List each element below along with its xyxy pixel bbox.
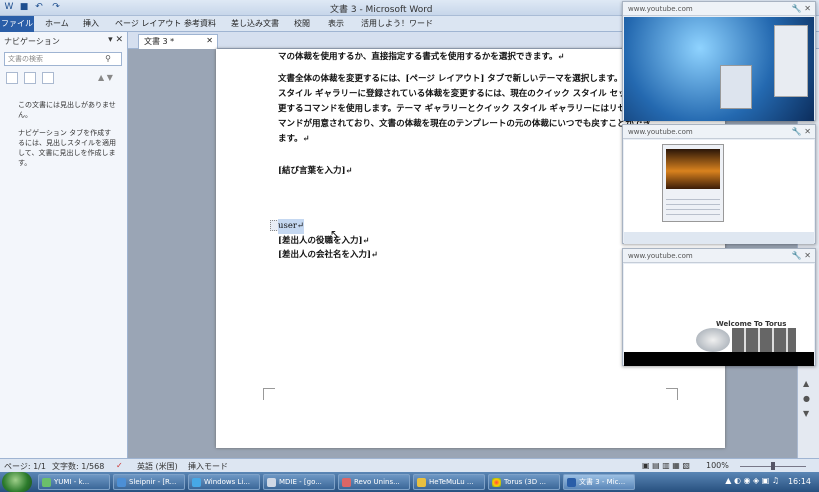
thumbnail-taskbar — [624, 232, 814, 244]
taskbar-item[interactable]: HeTeMuLu ... — [413, 474, 485, 490]
start-button[interactable] — [2, 472, 32, 492]
undo-icon[interactable]: ↶ — [33, 1, 45, 13]
proofing-icon[interactable]: ✓ — [116, 461, 123, 470]
taskbar-item[interactable]: Sleipnir - [R... — [113, 474, 185, 490]
insert-mode[interactable]: 挿入モード — [188, 461, 228, 472]
youtube-popup[interactable]: www.youtube.com 🔧 ✕ Welcome To Torus — [622, 248, 816, 366]
body-line: マの体裁を使用するか、直接指定する書式を使用するかを選択できます。↵ — [278, 52, 565, 62]
view-buttons[interactable]: ▣ ▤ ▥ ▦ ▧ — [642, 461, 690, 470]
tab-document-3[interactable]: 文書 3 * ✕ — [138, 34, 218, 49]
sender-name: user↵ — [278, 219, 304, 234]
tab-review[interactable]: 校閲 — [291, 17, 313, 31]
tab-insert[interactable]: 挿入 — [80, 17, 102, 31]
word-app-icon[interactable]: W — [3, 1, 15, 13]
popup-title-bar: www.youtube.com 🔧 ✕ — [623, 2, 815, 16]
video-thumbnail[interactable] — [624, 17, 814, 121]
system-tray-icons[interactable]: ▲ ◐ ◉ ◈ ▣ ♫ — [725, 476, 779, 485]
margin-mark — [263, 388, 275, 400]
nav-pane-title: ナビゲーション — [4, 37, 60, 46]
tab-page-layout[interactable]: ページ レイアウト — [112, 17, 184, 31]
taskbar-item[interactable]: MDIE - [go... — [263, 474, 335, 490]
youtube-popup[interactable]: www.youtube.com 🔧 ✕ — [622, 1, 816, 121]
taskbar-item[interactable]: Revo Unins... — [338, 474, 410, 490]
popup-tools-close-icon[interactable]: 🔧 ✕ — [792, 127, 811, 136]
thumbnail-dialog — [662, 144, 724, 222]
popup-tools-close-icon[interactable]: 🔧 ✕ — [792, 4, 811, 13]
popup-url: www.youtube.com — [628, 128, 693, 136]
nav-tab-results[interactable] — [42, 72, 54, 84]
nav-tab-headings[interactable] — [6, 72, 18, 84]
sender-title-placeholder: [差出人の役職を入力]↵ — [278, 236, 370, 246]
close-icon[interactable]: ✕ — [206, 36, 213, 45]
nav-prev-next-icon[interactable]: ▲ ▼ — [98, 73, 113, 82]
thumbnail-panel — [774, 25, 808, 97]
thumbnail-settings — [666, 195, 720, 217]
navigation-pane: ナビゲーション ▾ ✕ 文書の検索 ⚲ ▲ ▼ この文書には見出しがありません。… — [0, 32, 128, 458]
save-icon[interactable]: ■ — [18, 1, 30, 13]
nav-help-text: ナビゲーション タブを作成するには、見出しスタイルを適用して、文書に見出しを作成… — [18, 129, 116, 167]
thumbnail-screen: Welcome To Torus — [624, 264, 814, 352]
thumbnail-window — [720, 65, 752, 109]
scroll-next-page-icon[interactable]: ▼ — [803, 409, 809, 418]
taskbar-item[interactable]: Windows Li... — [188, 474, 260, 490]
word-count[interactable]: 文字数: 1/568 — [52, 461, 104, 472]
status-bar: ページ: 1/1 文字数: 1/568 ✓ 英語 (米国) 挿入モード ▣ ▤ … — [0, 458, 819, 472]
taskbar-item-word[interactable]: 文書 3 - Mic... — [563, 474, 635, 490]
language-indicator[interactable]: 英語 (米国) — [137, 461, 178, 472]
sender-company-placeholder: [差出人の会社名を入力]↵ — [278, 250, 379, 260]
body-paragraph: 文書全体の体裁を変更するには、[ページ レイアウト] タブで新しいテーマを選択し… — [278, 74, 657, 144]
youtube-popup[interactable]: www.youtube.com 🔧 ✕ — [622, 124, 816, 244]
taskbar-item[interactable]: YUMI - k... — [38, 474, 110, 490]
nav-no-headings-text: この文書には見出しがありません。 — [18, 101, 116, 119]
tab-references[interactable]: 参考資料 — [181, 17, 219, 31]
page-indicator[interactable]: ページ: 1/1 — [4, 461, 46, 472]
nav-pane-close-icon[interactable]: ▾ ✕ — [108, 35, 123, 45]
tab-file[interactable]: ファイル — [0, 16, 34, 32]
welcome-text: Welcome To Torus — [716, 320, 787, 328]
popup-title-bar: www.youtube.com 🔧 ✕ — [623, 125, 815, 139]
popup-url: www.youtube.com — [628, 5, 693, 13]
search-icon[interactable]: ⚲ — [105, 54, 111, 63]
popup-tools-close-icon[interactable]: 🔧 ✕ — [792, 251, 811, 260]
taskbar: YUMI - k... Sleipnir - [R... Windows Li.… — [0, 472, 819, 492]
redo-icon[interactable]: ↷ — [50, 1, 62, 13]
window-title: 文書 3 - Microsoft Word — [330, 5, 433, 15]
nav-tab-pages[interactable] — [24, 72, 36, 84]
scroll-browse-icon[interactable]: ● — [803, 394, 810, 403]
clock[interactable]: 16:14 — [788, 477, 811, 486]
popup-title-bar: www.youtube.com 🔧 ✕ — [623, 249, 815, 263]
scroll-prev-page-icon[interactable]: ▲ — [803, 379, 809, 388]
zoom-level[interactable]: 100% — [706, 461, 729, 470]
closing-placeholder: [結び言葉を入力]↵ — [278, 166, 353, 176]
tab-mailings[interactable]: 差し込み文書 — [228, 17, 282, 31]
thumbnail-menu — [732, 328, 796, 352]
video-thumbnail[interactable] — [624, 140, 814, 244]
tab-view[interactable]: 表示 — [325, 17, 347, 31]
torus-logo — [696, 328, 730, 352]
doc-tab-label: 文書 3 * — [144, 37, 175, 46]
taskbar-item[interactable]: Torus (3D ... — [488, 474, 560, 490]
video-thumbnail[interactable]: Welcome To Torus — [624, 264, 814, 366]
tab-home[interactable]: ホーム — [42, 17, 72, 31]
zoom-slider[interactable] — [734, 462, 812, 470]
thumbnail-image — [666, 149, 720, 189]
margin-mark — [666, 388, 678, 400]
popup-url: www.youtube.com — [628, 252, 693, 260]
tab-custom[interactable]: 活用しよう！ワード — [358, 17, 436, 31]
